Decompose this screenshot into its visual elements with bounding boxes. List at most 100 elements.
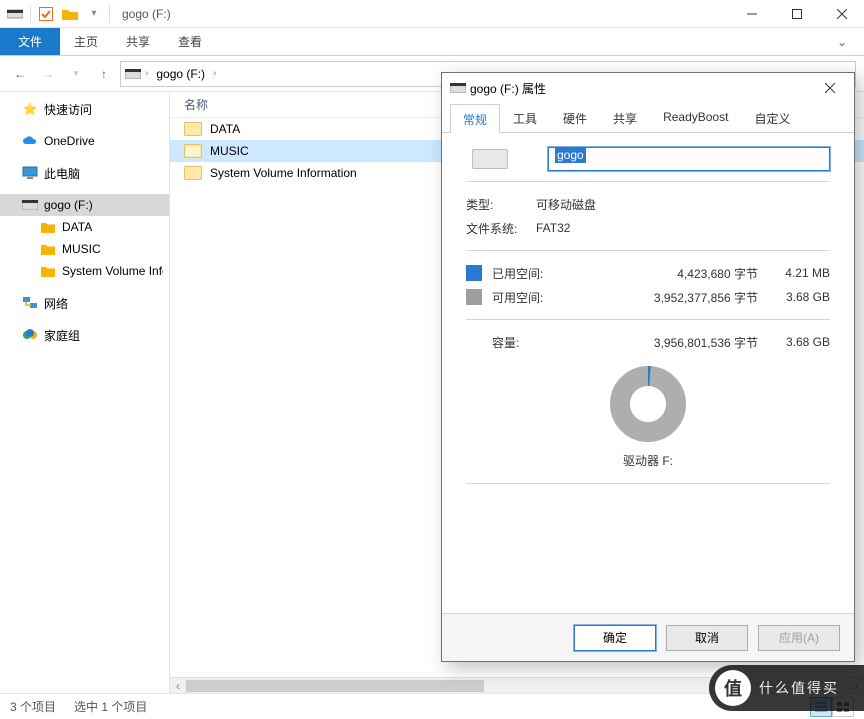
- tree-label: OneDrive: [44, 134, 95, 148]
- ok-button[interactable]: 确定: [574, 625, 656, 651]
- tab-general[interactable]: 常规: [450, 104, 500, 133]
- navigation-tree: ⭐快速访问 OneDrive 此电脑 gogo (F:) DATA MUSIC …: [0, 92, 170, 693]
- tree-folder-music[interactable]: MUSIC: [0, 238, 169, 260]
- used-swatch-icon: [466, 265, 482, 281]
- star-icon: ⭐: [22, 101, 38, 117]
- folder-icon: [184, 122, 202, 136]
- drive-icon: [125, 66, 141, 82]
- dialog-title: gogo (F:) 属性: [466, 80, 814, 97]
- tree-drive-gogo[interactable]: gogo (F:): [0, 194, 169, 216]
- folder-open-icon: [184, 144, 202, 158]
- homegroup-icon: [22, 327, 38, 343]
- free-bytes: 3,952,377,856 字节: [620, 289, 770, 306]
- tree-folder-data[interactable]: DATA: [0, 216, 169, 238]
- status-selected: 选中 1 个项目: [74, 698, 147, 715]
- item-name: DATA: [210, 122, 240, 136]
- drive-large-icon: [472, 149, 508, 169]
- file-tab[interactable]: 文件: [0, 28, 60, 55]
- properties-dialog: gogo (F:) 属性 常规 工具 硬件 共享 ReadyBoost 自定义 …: [441, 72, 855, 662]
- tab-home[interactable]: 主页: [60, 28, 112, 55]
- free-label: 可用空间:: [492, 289, 543, 306]
- monitor-icon: [22, 165, 38, 181]
- tab-hardware[interactable]: 硬件: [550, 103, 600, 132]
- tab-view[interactable]: 查看: [164, 28, 216, 55]
- folder-icon: [40, 219, 56, 235]
- tree-label: gogo (F:): [44, 198, 93, 212]
- tree-label: 快速访问: [44, 101, 92, 118]
- used-label: 已用空间:: [492, 265, 543, 282]
- used-bytes: 4,423,680 字节: [620, 265, 770, 282]
- tab-sharing[interactable]: 共享: [600, 103, 650, 132]
- tab-share[interactable]: 共享: [112, 28, 164, 55]
- used-human: 4.21 MB: [770, 266, 830, 280]
- tab-readyboost[interactable]: ReadyBoost: [650, 103, 741, 132]
- type-label: 类型:: [466, 196, 536, 213]
- status-count: 3 个项目: [10, 698, 56, 715]
- capacity-bytes: 3,956,801,536 字节: [620, 334, 770, 351]
- chevron-right-icon[interactable]: ›: [145, 68, 148, 79]
- usage-donut: [466, 354, 830, 452]
- tree-label: 家庭组: [44, 327, 80, 344]
- apply-button[interactable]: 应用(A): [758, 625, 840, 651]
- filesystem-label: 文件系统:: [466, 220, 536, 237]
- scroll-thumb[interactable]: [186, 680, 484, 692]
- tree-label: 网络: [44, 295, 68, 312]
- cancel-button[interactable]: 取消: [666, 625, 748, 651]
- free-human: 3.68 GB: [770, 290, 830, 304]
- tree-quick-access[interactable]: ⭐ 快速访问: [0, 98, 169, 120]
- scroll-left-icon[interactable]: ‹: [170, 678, 186, 694]
- properties-checkbox-icon[interactable]: [35, 3, 57, 25]
- chevron-right-icon[interactable]: ›: [213, 68, 216, 79]
- drive-name-value: gogo: [555, 147, 586, 163]
- cloud-icon: [22, 133, 38, 149]
- quick-access-toolbar: ▾: [0, 3, 116, 25]
- tree-label: 此电脑: [44, 165, 80, 182]
- dialog-titlebar[interactable]: gogo (F:) 属性: [442, 73, 854, 103]
- maximize-button[interactable]: [774, 0, 819, 28]
- type-value: 可移动磁盘: [536, 196, 596, 213]
- back-button[interactable]: ←: [8, 62, 32, 86]
- ribbon-tabs: 文件 主页 共享 查看 ⌄: [0, 28, 864, 56]
- watermark: 值 什么值得买: [709, 665, 864, 711]
- tree-folder-svi[interactable]: System Volume Information: [0, 260, 169, 282]
- ribbon-expand-icon[interactable]: ⌄: [820, 28, 864, 55]
- tree-label: System Volume Information: [62, 264, 163, 278]
- drive-caption: 驱动器 F:: [466, 452, 830, 473]
- drive-icon: [450, 80, 466, 96]
- tree-label: MUSIC: [62, 242, 101, 256]
- dialog-buttons: 确定 取消 应用(A): [442, 613, 854, 661]
- tab-tools[interactable]: 工具: [500, 103, 550, 132]
- capacity-human: 3.68 GB: [770, 335, 830, 349]
- network-icon: [22, 295, 38, 311]
- recent-dropdown-icon[interactable]: ▾: [64, 62, 88, 86]
- folder-qat-icon[interactable]: [59, 3, 81, 25]
- item-name: System Volume Information: [210, 166, 357, 180]
- forward-button[interactable]: →: [36, 62, 60, 86]
- tree-network[interactable]: 网络: [0, 292, 169, 314]
- close-button[interactable]: [819, 0, 864, 28]
- drive-icon: [4, 3, 26, 25]
- watermark-text: 什么值得买: [759, 678, 839, 698]
- drive-name-input[interactable]: gogo: [548, 147, 830, 171]
- folder-icon: [184, 166, 202, 180]
- tree-homegroup[interactable]: 家庭组: [0, 324, 169, 346]
- tree-label: DATA: [62, 220, 92, 234]
- dialog-body: gogo 类型:可移动磁盘 文件系统:FAT32 已用空间: 4,423,680…: [442, 133, 854, 613]
- window-title: gogo (F:): [116, 7, 729, 21]
- free-swatch-icon: [466, 289, 482, 305]
- breadcrumb[interactable]: gogo (F:): [152, 67, 209, 81]
- minimize-button[interactable]: [729, 0, 774, 28]
- tree-onedrive[interactable]: OneDrive: [0, 130, 169, 152]
- window-titlebar: ▾ gogo (F:): [0, 0, 864, 28]
- up-button[interactable]: ↑: [92, 62, 116, 86]
- folder-icon: [40, 241, 56, 257]
- tab-customize[interactable]: 自定义: [741, 103, 803, 132]
- watermark-badge-icon: 值: [715, 670, 751, 706]
- dialog-close-button[interactable]: [814, 77, 846, 99]
- drive-icon: [22, 197, 38, 213]
- folder-icon: [40, 263, 56, 279]
- dialog-tabs: 常规 工具 硬件 共享 ReadyBoost 自定义: [442, 103, 854, 133]
- item-name: MUSIC: [210, 144, 249, 158]
- qat-dropdown-icon[interactable]: ▾: [83, 3, 105, 25]
- tree-this-pc[interactable]: 此电脑: [0, 162, 169, 184]
